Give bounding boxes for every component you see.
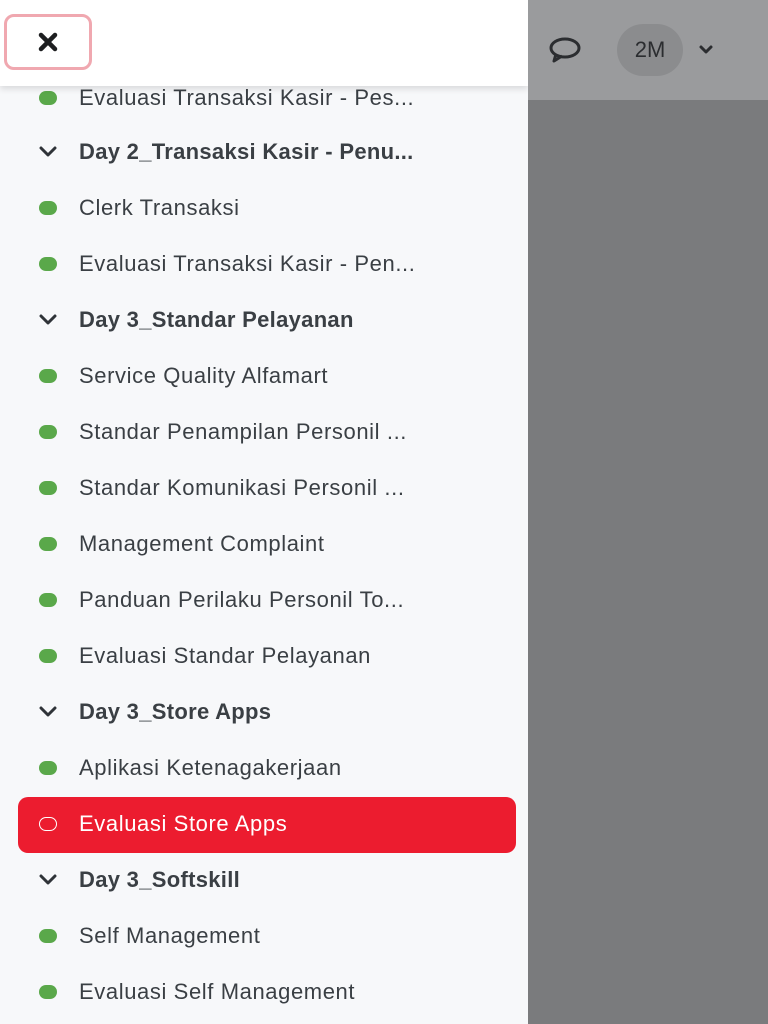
- lesson-title: Service Quality Alfamart: [79, 363, 329, 388]
- course-outline-drawer: Evaluasi Transaksi Kasir - Pes... Day 2_T…: [0, 0, 528, 1024]
- chevron-down-icon[interactable]: [37, 702, 59, 722]
- in-progress-status-icon: [39, 817, 57, 831]
- section-header[interactable]: Day 2_Transaksi Kasir - Penu...: [0, 124, 528, 180]
- section-header[interactable]: Day 3_Standar Pelayanan: [0, 292, 528, 348]
- completed-status-icon: [39, 649, 57, 663]
- completed-status-icon: [39, 257, 57, 271]
- lesson-title: Aplikasi Ketenagakerjaan: [79, 755, 342, 780]
- lesson-title: Evaluasi Self Management: [79, 979, 356, 1004]
- lesson-item[interactable]: Panduan Perilaku Personil To...: [0, 572, 528, 628]
- completed-status-icon: [39, 425, 57, 439]
- section-title: Day 2_Transaksi Kasir - Penu...: [79, 139, 414, 164]
- section-title: Day 3_Softskill: [79, 867, 241, 892]
- completed-status-icon: [39, 985, 57, 999]
- completed-status-icon: [39, 761, 57, 775]
- lesson-item[interactable]: Management Complaint: [0, 516, 528, 572]
- lesson-item-active[interactable]: Evaluasi Store Apps: [0, 796, 528, 853]
- lesson-item[interactable]: Service Quality Alfamart: [0, 348, 528, 404]
- chevron-down-icon[interactable]: [37, 142, 59, 162]
- completed-status-icon: [39, 593, 57, 607]
- completed-status-icon: [39, 369, 57, 383]
- lesson-item[interactable]: Evaluasi Self Management: [0, 964, 528, 1020]
- messages-button[interactable]: [544, 30, 586, 70]
- lesson-title: Standar Penampilan Personil ...: [79, 419, 407, 444]
- lesson-title: Clerk Transaksi: [79, 195, 240, 220]
- lesson-item[interactable]: Self Management: [0, 908, 528, 964]
- lesson-item[interactable]: Evaluasi Transaksi Kasir - Pen...: [0, 236, 528, 292]
- section-title: Day 3_Standar Pelayanan: [79, 307, 354, 332]
- user-avatar[interactable]: 2M: [617, 24, 683, 76]
- lesson-item[interactable]: Standar Komunikasi Personil ...: [0, 460, 528, 516]
- close-icon: [38, 32, 58, 52]
- section-title: Day 3_Store Apps: [79, 699, 272, 724]
- lesson-item[interactable]: Evaluasi Standar Pelayanan: [0, 628, 528, 684]
- completed-status-icon: [39, 481, 57, 495]
- completed-status-icon: [39, 537, 57, 551]
- completed-status-icon: [39, 929, 57, 943]
- lesson-title: Evaluasi Standar Pelayanan: [79, 643, 372, 668]
- close-drawer-button[interactable]: [4, 14, 92, 70]
- lesson-title: Standar Komunikasi Personil ...: [79, 475, 405, 500]
- course-outline-list: Evaluasi Transaksi Kasir - Pes... Day 2_T…: [0, 70, 528, 1020]
- chevron-down-icon: [699, 45, 713, 54]
- lesson-title: Self Management: [79, 923, 261, 948]
- chevron-down-icon[interactable]: [37, 310, 59, 330]
- chevron-down-icon[interactable]: [37, 870, 59, 890]
- lesson-title: Evaluasi Store Apps: [79, 811, 288, 836]
- drawer-header: [0, 0, 528, 86]
- speech-bubble-icon: [549, 37, 581, 63]
- lesson-title: Management Complaint: [79, 531, 325, 556]
- lesson-item[interactable]: Aplikasi Ketenagakerjaan: [0, 740, 528, 796]
- user-menu-toggle[interactable]: [694, 38, 718, 62]
- completed-status-icon: [39, 91, 57, 105]
- lesson-item[interactable]: Clerk Transaksi: [0, 180, 528, 236]
- lesson-title: Panduan Perilaku Personil To...: [79, 587, 405, 612]
- section-header[interactable]: Day 3_Store Apps: [0, 684, 528, 740]
- completed-status-icon: [39, 201, 57, 215]
- section-header[interactable]: Day 3_Softskill: [0, 852, 528, 908]
- lesson-item[interactable]: Standar Penampilan Personil ...: [0, 404, 528, 460]
- lesson-title: Evaluasi Transaksi Kasir - Pen...: [79, 251, 416, 276]
- user-initials: 2M: [634, 37, 666, 62]
